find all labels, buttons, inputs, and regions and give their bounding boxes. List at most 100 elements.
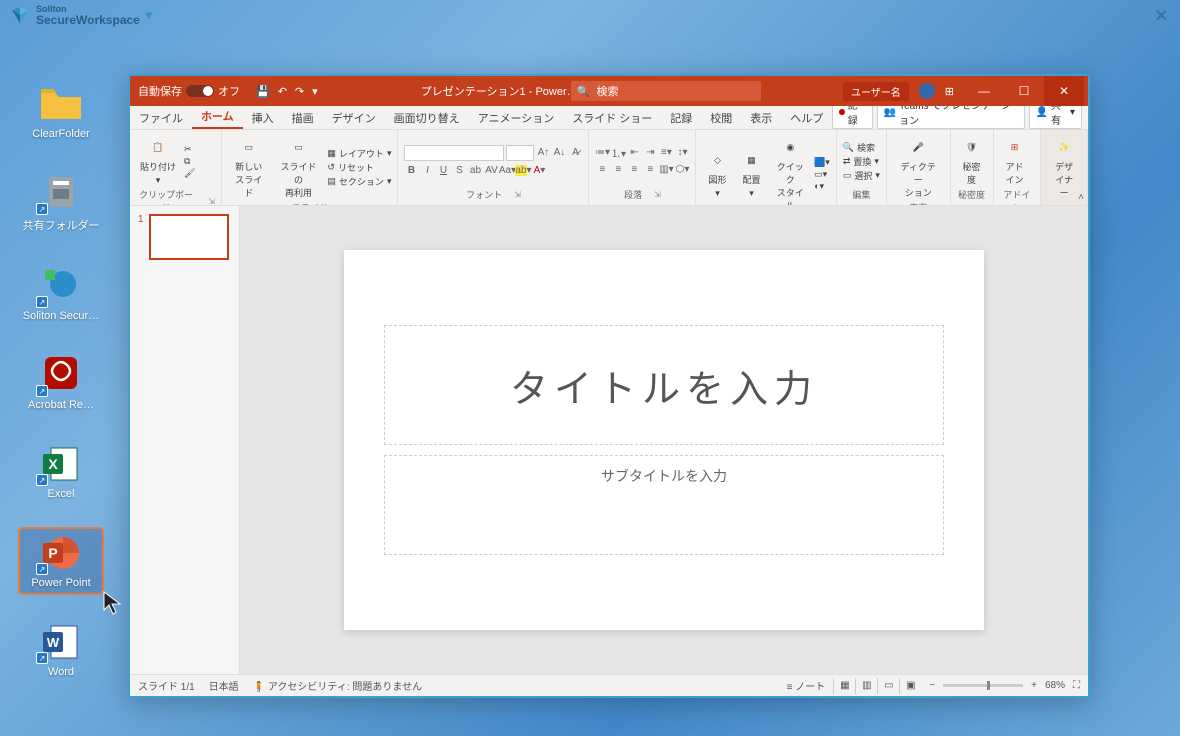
font-family-select[interactable] xyxy=(404,145,504,161)
zoom-level[interactable]: 68% xyxy=(1045,680,1065,691)
clear-format-icon[interactable]: A̷ xyxy=(568,146,582,160)
tab-design[interactable]: デザイン xyxy=(323,107,385,129)
copy-button[interactable]: ⧉ xyxy=(184,156,195,167)
select-button[interactable]: ▭選択▾ xyxy=(843,169,880,182)
quick-style-button[interactable]: ◉クイック スタイル xyxy=(770,134,810,206)
italic-icon[interactable]: I xyxy=(420,164,434,178)
desktop-icon-word[interactable]: W↗ Word xyxy=(20,618,102,682)
save-icon[interactable]: 💾 xyxy=(256,85,270,98)
secure-workspace-close[interactable]: ✕ xyxy=(1155,6,1168,26)
tab-review[interactable]: 校閲 xyxy=(701,107,741,129)
language-indicator[interactable]: 日本語 xyxy=(209,678,239,693)
paste-button[interactable]: 📋貼り付け▾ xyxy=(136,134,180,188)
fit-to-window-icon[interactable]: ⛶ xyxy=(1073,680,1080,691)
display-options-icon[interactable]: ⊞ xyxy=(945,85,954,98)
dropdown-icon[interactable]: ▾ xyxy=(146,8,152,22)
tab-record[interactable]: 記録 xyxy=(661,107,701,129)
minimize-button[interactable]: — xyxy=(964,76,1004,106)
numbering-icon[interactable]: ⒈▾ xyxy=(611,146,625,160)
font-size-select[interactable] xyxy=(506,145,534,161)
collapse-ribbon-icon[interactable]: ˄ xyxy=(1078,192,1084,203)
find-button[interactable]: 🔍検索 xyxy=(843,141,880,154)
tab-insert[interactable]: 挿入 xyxy=(243,107,283,129)
cut-button[interactable]: ✂ xyxy=(184,144,195,155)
shape-fill-button[interactable]: 🟦▾ xyxy=(814,157,830,168)
spacing-icon[interactable]: AV xyxy=(484,164,498,178)
slideshow-view-icon[interactable]: ▣ xyxy=(899,678,921,694)
zoom-in-button[interactable]: + xyxy=(1031,680,1037,691)
dialog-launcher-icon[interactable]: ⇲ xyxy=(654,190,661,199)
shapes-button[interactable]: ◇図形▾ xyxy=(702,147,732,201)
desktop-icon-excel[interactable]: X↗ Excel xyxy=(20,440,102,504)
text-direction-icon[interactable]: ↕▾ xyxy=(675,146,689,160)
section-button[interactable]: ▤セクション▾ xyxy=(327,175,391,188)
layout-button[interactable]: ▦レイアウト▾ xyxy=(327,147,391,160)
case-icon[interactable]: Aa▾ xyxy=(500,164,514,178)
format-painter-button[interactable]: 🖌 xyxy=(184,168,195,179)
line-spacing-icon[interactable]: ≡▾ xyxy=(659,146,673,160)
font-color-icon[interactable]: A▾ xyxy=(532,164,546,178)
undo-icon[interactable]: ↶ xyxy=(278,85,287,98)
search-box[interactable]: 🔍 検索 xyxy=(571,81,761,101)
tab-file[interactable]: ファイル xyxy=(130,107,192,129)
addins-button[interactable]: ⊞アド イン xyxy=(1000,134,1030,188)
slide-editor[interactable]: タイトルを入力 サブタイトルを入力 xyxy=(240,206,1088,674)
new-slide-button[interactable]: ▭新しい スライド xyxy=(228,134,270,201)
indent-dec-icon[interactable]: ⇤ xyxy=(627,146,641,160)
close-button[interactable]: ✕ xyxy=(1044,76,1084,106)
align-center-icon[interactable]: ≡ xyxy=(611,163,625,177)
accessibility-status[interactable]: 🧍 アクセシビリティ: 問題ありません xyxy=(253,678,422,693)
arrange-button[interactable]: ▦配置▾ xyxy=(736,147,766,201)
maximize-button[interactable]: ☐ xyxy=(1004,76,1044,106)
reading-view-icon[interactable]: ▭ xyxy=(877,678,899,694)
subtitle-placeholder[interactable]: サブタイトルを入力 xyxy=(384,455,944,555)
shadow-icon[interactable]: ab xyxy=(468,164,482,178)
align-left-icon[interactable]: ≡ xyxy=(595,163,609,177)
replace-button[interactable]: ⇄置換▾ xyxy=(843,155,880,168)
desktop-icon-acrobat[interactable]: ↗ Acrobat Re… xyxy=(20,351,102,415)
tab-transition[interactable]: 画面切り替え xyxy=(385,107,469,129)
desktop-icon-clearfolder[interactable]: ClearFolder xyxy=(20,80,102,144)
title-placeholder[interactable]: タイトルを入力 xyxy=(384,325,944,445)
indent-inc-icon[interactable]: ⇥ xyxy=(643,146,657,160)
reset-button[interactable]: ↺リセット xyxy=(327,161,391,174)
zoom-out-button[interactable]: − xyxy=(929,680,935,691)
dialog-launcher-icon[interactable]: ⇲ xyxy=(208,197,215,206)
autosave-toggle[interactable]: 自動保存 オフ xyxy=(130,83,248,99)
columns-icon[interactable]: ▥▾ xyxy=(659,163,673,177)
strike-icon[interactable]: S xyxy=(452,164,466,178)
sensitivity-button[interactable]: 🛡秘密 度 xyxy=(957,134,987,188)
tab-animation[interactable]: アニメーション xyxy=(469,107,564,129)
shape-effects-button[interactable]: ◐▾ xyxy=(814,181,830,192)
tab-draw[interactable]: 描画 xyxy=(283,107,323,129)
increase-font-icon[interactable]: A↑ xyxy=(536,146,550,160)
avatar[interactable] xyxy=(919,83,935,99)
desktop-icon-shared-folder[interactable]: ↗ 共有フォルダー xyxy=(20,169,102,237)
designer-button[interactable]: ✨デザ イナー xyxy=(1047,134,1081,201)
tab-view[interactable]: 表示 xyxy=(741,107,781,129)
highlight-icon[interactable]: ab▾ xyxy=(516,164,530,178)
slide-counter[interactable]: スライド 1/1 xyxy=(138,678,195,693)
shape-outline-button[interactable]: ▭▾ xyxy=(814,169,830,180)
reuse-slide-button[interactable]: ▭スライドの 再利用 xyxy=(274,134,324,201)
notes-button[interactable]: ≡ ノート xyxy=(787,678,826,693)
sorter-view-icon[interactable]: ▥ xyxy=(855,678,877,694)
tab-help[interactable]: ヘルプ xyxy=(781,107,832,129)
bold-icon[interactable]: B xyxy=(404,164,418,178)
normal-view-icon[interactable]: ▦ xyxy=(833,678,855,694)
dictate-button[interactable]: 🎤ディクテー ション xyxy=(893,134,944,201)
tab-home[interactable]: ホーム xyxy=(192,105,243,129)
underline-icon[interactable]: U xyxy=(436,164,450,178)
bullets-icon[interactable]: ≔▾ xyxy=(595,146,609,160)
redo-icon[interactable]: ↷ xyxy=(295,85,304,98)
tab-slideshow[interactable]: スライド ショー xyxy=(563,107,661,129)
thumbnail-1[interactable]: 1 xyxy=(138,214,231,260)
desktop-icon-soliton-secure[interactable]: ↗ Soliton Secur… xyxy=(20,262,102,326)
decrease-font-icon[interactable]: A↓ xyxy=(552,146,566,160)
align-right-icon[interactable]: ≡ xyxy=(627,163,641,177)
qat-dropdown-icon[interactable]: ▾ xyxy=(312,85,318,98)
dialog-launcher-icon[interactable]: ⇲ xyxy=(514,190,521,199)
smartart-icon[interactable]: ⬡▾ xyxy=(675,163,689,177)
desktop-icon-powerpoint[interactable]: P↗ Power Point xyxy=(20,529,102,593)
user-badge[interactable]: ユーザー名 xyxy=(843,82,909,101)
